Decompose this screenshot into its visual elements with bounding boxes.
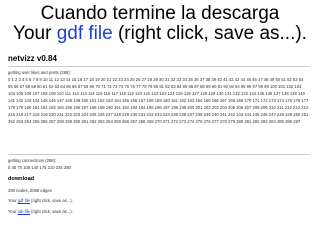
likes-numbers-line: 55 56 57 58 59 60 61 62 63 64 65 66 67 6… bbox=[8, 84, 302, 89]
slide-title-suffix: (right click, save as...). bbox=[112, 23, 307, 44]
tab-file-link[interactable]: tab file bbox=[18, 209, 30, 214]
graph-stats: 288 nodes, 2088 edges bbox=[8, 188, 52, 193]
connections-numbers: 0 35 70 105 140 175 210 245 280 bbox=[8, 165, 71, 170]
connections-header: getting connections (288): bbox=[8, 158, 57, 163]
likes-numbers-line: 141 142 143 144 145 146 147 148 149 150 … bbox=[8, 98, 309, 103]
tab-file-line: Your tab file (right click, save as...). bbox=[8, 209, 73, 215]
divider-top bbox=[8, 66, 310, 67]
gdf-file-link[interactable]: gdf file bbox=[18, 198, 30, 203]
tab-prefix: Your bbox=[8, 209, 18, 214]
netvizz-screenshot: netvizz v0.84 getting user likes and pos… bbox=[3, 51, 317, 227]
gdf-suffix: (right click, save as...). bbox=[29, 198, 73, 203]
slide-title: Cuando termine la descarga Your gdf file… bbox=[0, 4, 320, 44]
slide-title-line-1: Cuando termine la descarga bbox=[40, 3, 280, 24]
app-title: netvizz v0.84 bbox=[8, 54, 57, 63]
likes-numbers-line: 104 105 106 107 108 109 110 111 112 113 … bbox=[8, 91, 305, 96]
likes-numbers-line: 0 1 2 3 4 5 6 7 8 9 10 11 12 13 14 15 16… bbox=[8, 77, 304, 82]
divider-middle bbox=[8, 154, 310, 155]
tab-suffix: (right click, save as...). bbox=[29, 209, 73, 214]
likes-header: getting user likes and posts (288): bbox=[8, 70, 71, 75]
slide-title-line-2: Your gdf file (right click, save as...). bbox=[0, 24, 320, 44]
likes-numbers-line: 215 216 217 218 219 220 221 222 223 224 … bbox=[8, 112, 309, 117]
slide-title-gdf-file: gdf file bbox=[56, 23, 113, 44]
gdf-file-line: Your gdf file (right click, save as...). bbox=[8, 198, 73, 204]
slide-title-prefix: Your bbox=[13, 23, 57, 44]
likes-numbers-line: 252 253 254 255 256 257 258 259 260 261 … bbox=[8, 119, 301, 124]
download-heading: download bbox=[8, 176, 35, 182]
gdf-prefix: Your bbox=[8, 198, 18, 203]
likes-numbers-line: 178 179 180 181 182 183 184 185 186 187 … bbox=[8, 105, 309, 110]
